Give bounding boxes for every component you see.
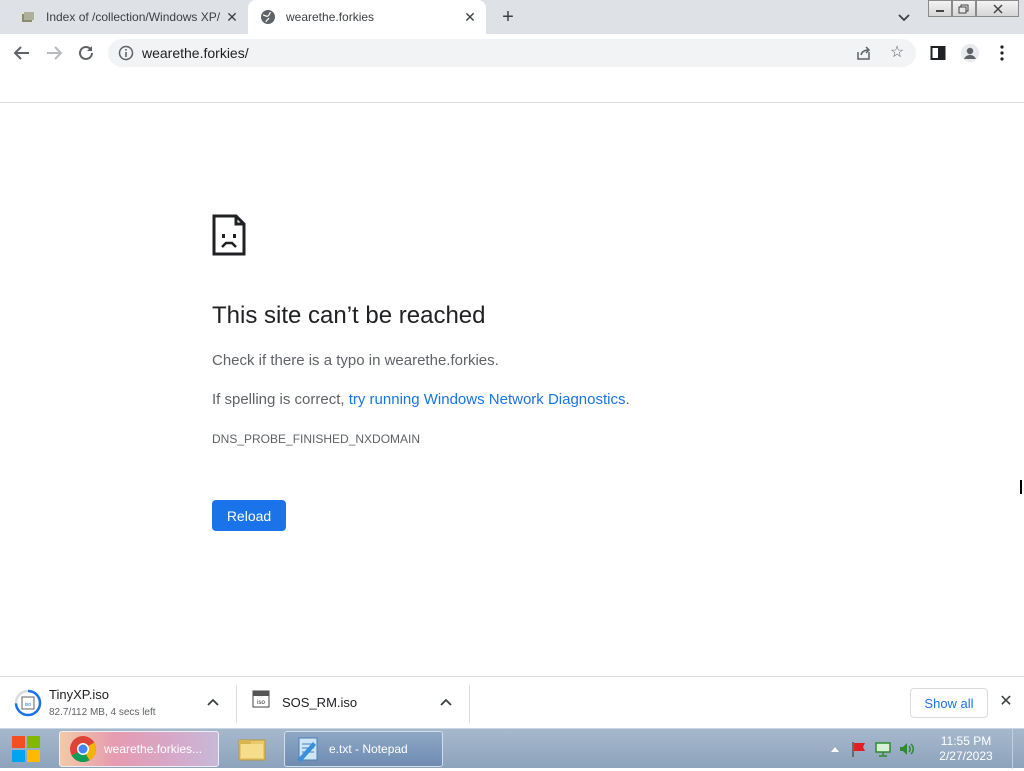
close-shelf-icon[interactable]: ✕: [998, 694, 1014, 710]
window-close-icon[interactable]: [976, 0, 1019, 17]
diagnostics-hint: If spelling is correct, try running Wind…: [212, 391, 630, 408]
text-cursor: [1020, 480, 1024, 494]
show-desktop-button[interactable]: [1012, 729, 1024, 769]
download-item[interactable]: iso SOS_RM.iso: [237, 677, 469, 729]
forward-arrow-icon[interactable]: [44, 43, 64, 63]
tab-index-collection[interactable]: Index of /collection/Windows XP/: [8, 0, 246, 34]
taskbar-item-label: wearethe.forkies...: [104, 742, 203, 756]
network-icon[interactable]: [874, 740, 892, 758]
chevron-up-icon[interactable]: [439, 695, 453, 709]
svg-text:iso: iso: [257, 700, 265, 706]
chevron-down-icon[interactable]: [896, 9, 912, 25]
profile-avatar-icon[interactable]: [960, 43, 980, 63]
new-tab-button[interactable]: +: [498, 7, 518, 27]
download-separator: [469, 685, 470, 723]
download-item[interactable]: iso TinyXP.iso 82.7/112 MB, 4 secs left: [0, 677, 236, 729]
download-filename: SOS_RM.iso: [282, 695, 358, 710]
browser-toolbar: wearethe.forkies/ ☆: [0, 34, 1024, 72]
back-arrow-icon[interactable]: [12, 43, 32, 63]
windows-logo-icon: [12, 736, 40, 762]
volume-icon[interactable]: [898, 740, 916, 758]
start-button[interactable]: [6, 732, 50, 766]
taskbar-chrome[interactable]: wearethe.forkies...: [59, 731, 219, 767]
tray-expand-icon[interactable]: [826, 740, 844, 758]
typo-hint: Check if there is a typo in wearethe.for…: [212, 352, 499, 369]
download-filename: TinyXP.iso: [49, 687, 109, 702]
site-info-icon[interactable]: [118, 45, 134, 61]
share-icon[interactable]: [856, 45, 872, 61]
svg-text:iso: iso: [25, 702, 32, 708]
system-tray: [826, 729, 922, 769]
iso-file-icon: iso: [251, 689, 279, 717]
error-page: This site can’t be reached Check if ther…: [212, 214, 912, 446]
reload-icon[interactable]: [76, 43, 96, 63]
download-shelf: iso TinyXP.iso 82.7/112 MB, 4 secs left …: [0, 676, 1024, 728]
tab-title: wearethe.forkies: [286, 10, 375, 24]
bookmark-star-icon[interactable]: ☆: [888, 44, 906, 62]
toolbar-divider: [0, 102, 1024, 103]
tab-title: Index of /collection/Windows XP/: [46, 10, 221, 24]
globe-icon: [260, 9, 276, 25]
folder-icon: [238, 739, 266, 761]
taskbar-explorer[interactable]: [224, 731, 280, 767]
close-tab-icon[interactable]: ✕: [462, 9, 478, 25]
folder-favicon-icon: [20, 9, 36, 25]
url-text[interactable]: wearethe.forkies/: [142, 45, 249, 61]
diagnostics-prefix: If spelling is correct,: [212, 391, 349, 408]
download-status: 82.7/112 MB, 4 secs left: [49, 707, 156, 718]
address-bar[interactable]: wearethe.forkies/ ☆: [108, 39, 916, 67]
notepad-icon: [297, 737, 318, 762]
download-progress-icon: iso: [14, 689, 42, 717]
chevron-up-icon[interactable]: [206, 695, 220, 709]
minimize-icon[interactable]: [928, 0, 952, 17]
tab-strip: Index of /collection/Windows XP/ weareth…: [0, 0, 1024, 34]
clock[interactable]: 11:55 PM 2/27/2023: [930, 734, 1002, 764]
clock-date: 2/27/2023: [939, 749, 993, 763]
show-all-downloads-button[interactable]: Show all: [910, 688, 988, 718]
chrome-icon: [70, 736, 97, 763]
restore-icon[interactable]: [952, 0, 976, 17]
side-panel-icon[interactable]: [928, 43, 948, 63]
error-heading: This site can’t be reached: [212, 302, 486, 329]
taskbar-notepad[interactable]: e.txt - Notepad: [284, 731, 443, 767]
close-tab-icon[interactable]: ✕: [224, 9, 240, 25]
window-controls: [928, 0, 1019, 17]
taskbar-item-label: e.txt - Notepad: [329, 742, 408, 756]
taskbar: wearethe.forkies... e.txt - Notepad 11:5…: [0, 728, 1024, 769]
diagnostics-suffix: .: [625, 391, 630, 408]
tab-wearethe-forkies[interactable]: wearethe.forkies ✕: [248, 0, 486, 34]
action-center-flag-icon[interactable]: [850, 740, 868, 758]
clock-time: 11:55 PM: [940, 734, 992, 748]
sad-page-icon: [212, 214, 246, 256]
network-diagnostics-link[interactable]: try running Windows Network Diagnostics: [349, 391, 626, 408]
more-menu-icon[interactable]: [992, 43, 1012, 63]
error-code: DNS_PROBE_FINISHED_NXDOMAIN: [212, 432, 421, 446]
reload-button[interactable]: Reload: [212, 500, 286, 531]
